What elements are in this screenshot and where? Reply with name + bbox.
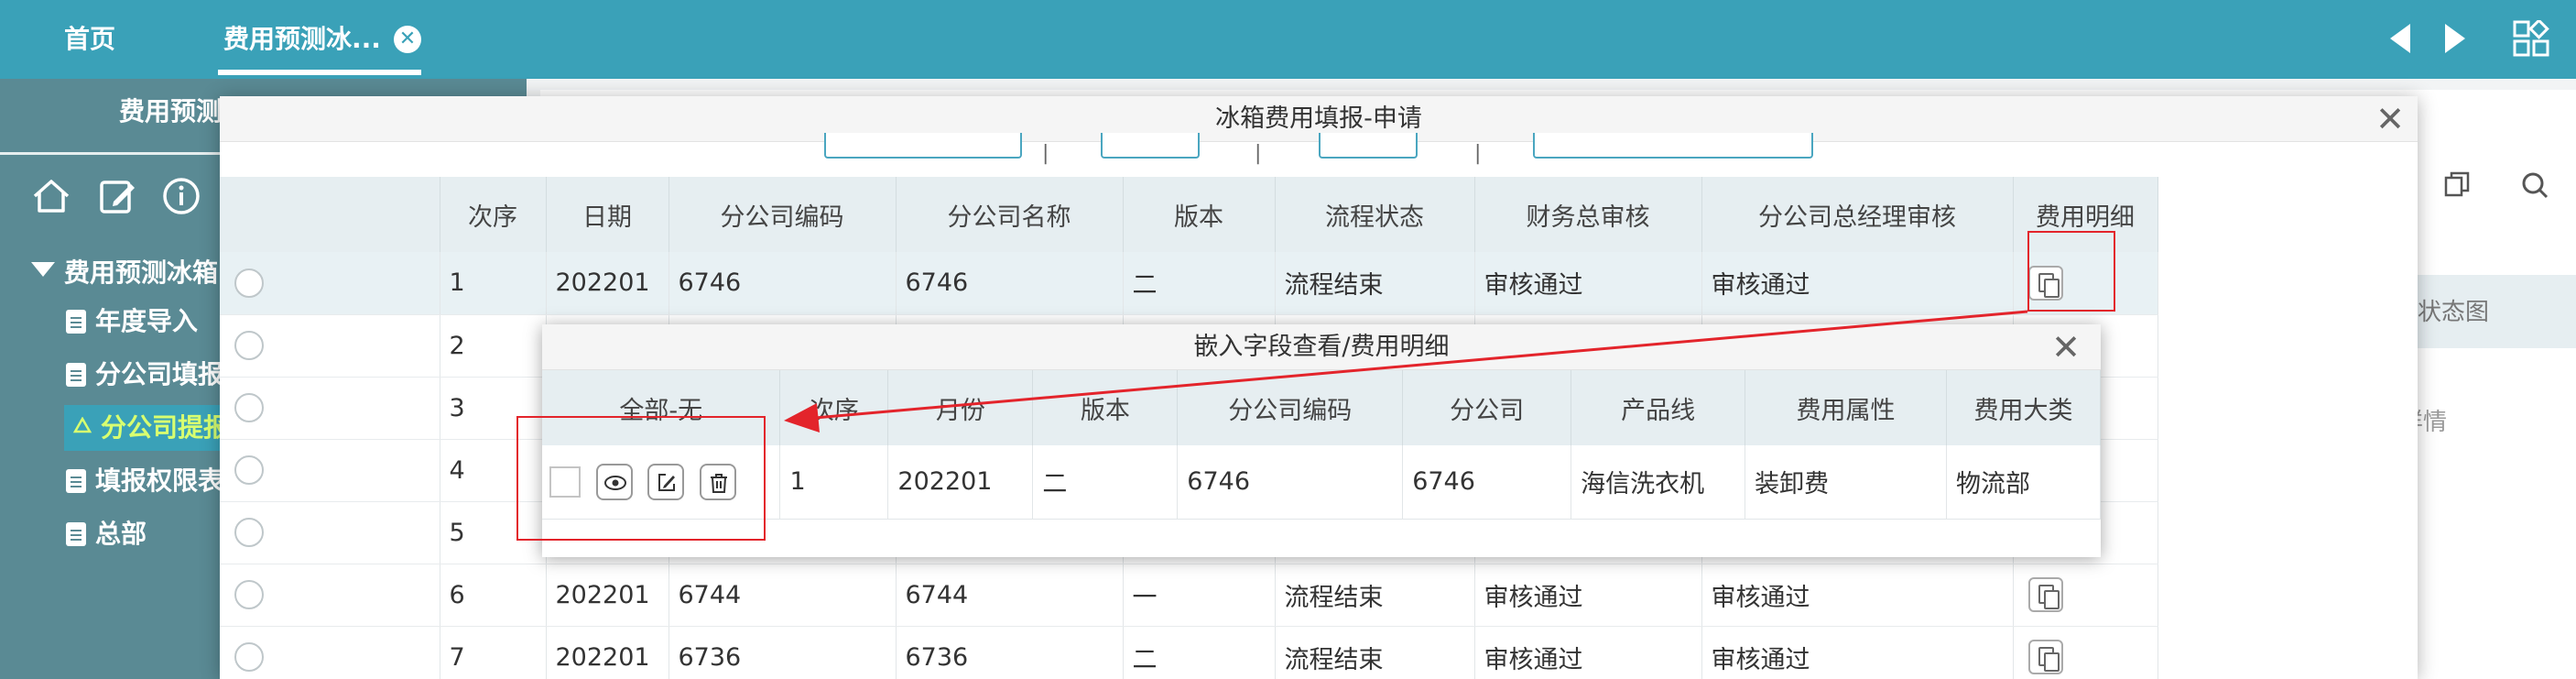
arrow-head — [784, 403, 820, 433]
arrow-shaft — [814, 310, 2028, 420]
annotation-arrow — [784, 310, 2028, 433]
